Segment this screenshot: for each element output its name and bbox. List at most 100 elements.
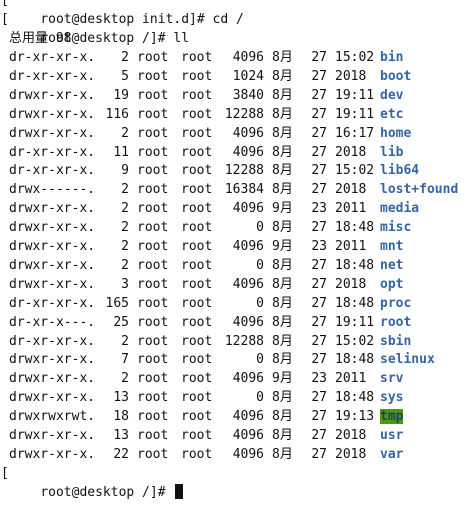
listing-row: drwxr-xr-x. 2 root root 4096 9月 23 2011 media [9, 199, 419, 218]
entry-name[interactable]: mnt [380, 239, 403, 254]
time-text: 15:02 [335, 333, 375, 349]
entry-name[interactable]: bin [380, 50, 403, 65]
group-text: root [181, 446, 213, 462]
entry-name[interactable]: lost+found [380, 182, 458, 197]
listing-row: drwxr-xr-x. 22 root root 4096 8月 27 2018 var [9, 445, 403, 464]
size-text: 1024 [232, 68, 264, 84]
owner-text: root [137, 409, 169, 425]
size-text: 4096 [232, 144, 264, 160]
time-text: 2018 [335, 276, 367, 292]
day-text: 23 [311, 201, 327, 217]
day-text: 27 [311, 390, 327, 406]
month-text: 8月 [272, 295, 293, 311]
entry-name[interactable]: selinux [380, 352, 435, 367]
entry-name[interactable]: misc [380, 220, 411, 235]
group-text: root [181, 144, 213, 160]
link-count: 11 [113, 144, 129, 160]
entry-name[interactable]: tmp [380, 409, 404, 425]
time-text: 2018 [335, 446, 367, 462]
month-text: 8月 [272, 144, 293, 160]
day-text: 27 [311, 50, 327, 65]
listing-row: drwxr-xr-x. 3 root root 4096 8月 27 2018 opt [9, 275, 403, 294]
permissions-text: dr-xr-xr-x. [9, 50, 96, 65]
group-text: root [181, 390, 213, 406]
month-text: 8月 [272, 446, 293, 462]
time-text: 15:02 [335, 163, 375, 179]
permissions-text: drwxr-xr-x. [9, 352, 96, 368]
listing-row: dr-xr-xr-x. 2 root root 12288 8月 27 15:02 sbin [9, 332, 411, 351]
listing-row: dr-xr-xr-x. 165 root root 0 8月 27 18:48 proc [9, 294, 411, 313]
permissions-text: drwxr-xr-x. [9, 371, 96, 387]
group-text: root [181, 276, 213, 292]
size-text: 4096 [232, 239, 264, 254]
size-text: 4096 [232, 201, 264, 217]
permissions-text: drwx------. [9, 182, 96, 198]
owner-text: root [137, 201, 169, 217]
day-text: 27 [311, 446, 327, 462]
owner-text: root [137, 446, 169, 462]
permissions-text: dr-xr-xr-x. [9, 163, 96, 179]
owner-text: root [137, 50, 169, 65]
owner-text: root [137, 182, 169, 198]
entry-name[interactable]: lib [380, 145, 403, 160]
time-text: 19:11 [335, 314, 375, 330]
link-count: 13 [113, 390, 129, 406]
listing-row: drwxr-xr-x. 7 root root 0 8月 27 18:48 selinux [9, 350, 435, 369]
time-text: 19:11 [335, 106, 375, 122]
final-prompt-line[interactable]: [root@desktop /]# [1, 464, 184, 500]
size-text: 12288 [224, 163, 264, 179]
link-count: 2 [121, 239, 129, 254]
size-text: 4096 [232, 276, 264, 292]
entry-name[interactable]: var [380, 447, 403, 462]
size-text: 4096 [232, 446, 264, 462]
size-text: 4096 [232, 125, 264, 141]
group-text: root [181, 125, 213, 141]
entry-name[interactable]: boot [380, 69, 411, 84]
terminal-window[interactable]: [root@desktop init.d]# cd / [root@deskto… [0, 0, 476, 500]
permissions-text: dr-xr-xr-x. [9, 68, 96, 84]
entry-name[interactable]: opt [380, 277, 403, 292]
listing-row: drwxr-xr-x. 2 root root 4096 8月 27 16:17 home [9, 124, 411, 143]
owner-text: root [137, 371, 169, 387]
link-count: 2 [121, 182, 129, 198]
entry-name[interactable]: etc [380, 107, 403, 122]
listing-row: dr-xr-x---. 25 root root 4096 8月 27 19:11 root [9, 313, 411, 332]
listing-row: drwxr-xr-x. 19 root root 3840 8月 27 19:11 dev [9, 86, 403, 105]
permissions-text: dr-xr-xr-x. [9, 295, 96, 311]
entry-name[interactable]: media [380, 201, 419, 216]
link-count: 9 [121, 163, 129, 179]
time-text: 15:02 [335, 50, 375, 65]
listing-row: drwxr-xr-x. 2 root root 0 8月 27 18:48 net [9, 256, 403, 275]
month-text: 8月 [272, 163, 293, 179]
permissions-text: drwxrwxrwt. [9, 409, 96, 425]
time-text: 2011 [335, 239, 367, 254]
entry-name[interactable]: net [380, 258, 403, 273]
time-text: 2018 [335, 182, 367, 198]
listing-row: drwxr-xr-x. 13 root root 0 8月 27 18:48 sys [9, 388, 403, 407]
permissions-text: drwxr-xr-x. [9, 87, 96, 103]
month-text: 8月 [272, 182, 293, 198]
group-text: root [181, 87, 213, 103]
owner-text: root [137, 125, 169, 141]
entry-name[interactable]: sbin [380, 334, 411, 349]
entry-name[interactable]: srv [380, 371, 403, 386]
entry-name[interactable]: dev [380, 88, 403, 103]
group-text: root [181, 314, 213, 330]
entry-name[interactable]: usr [380, 428, 403, 443]
entry-name[interactable]: home [380, 126, 411, 141]
month-text: 8月 [272, 390, 293, 406]
link-count: 2 [121, 333, 129, 349]
permissions-text: dr-xr-x---. [9, 314, 96, 330]
entry-name[interactable]: proc [380, 296, 411, 311]
day-text: 27 [311, 144, 327, 160]
link-count: 3 [121, 276, 129, 292]
entry-name[interactable]: sys [380, 390, 403, 405]
entry-name[interactable]: root [380, 315, 411, 330]
entry-name[interactable]: lib64 [380, 163, 419, 178]
listing-row: dr-xr-xr-x. 11 root root 4096 8月 27 2018 lib [9, 143, 403, 162]
month-text: 8月 [272, 68, 293, 84]
owner-text: root [137, 220, 169, 236]
month-text: 8月 [272, 257, 293, 273]
prompt-bracket: [ [1, 0, 9, 8]
month-text: 8月 [272, 333, 293, 349]
